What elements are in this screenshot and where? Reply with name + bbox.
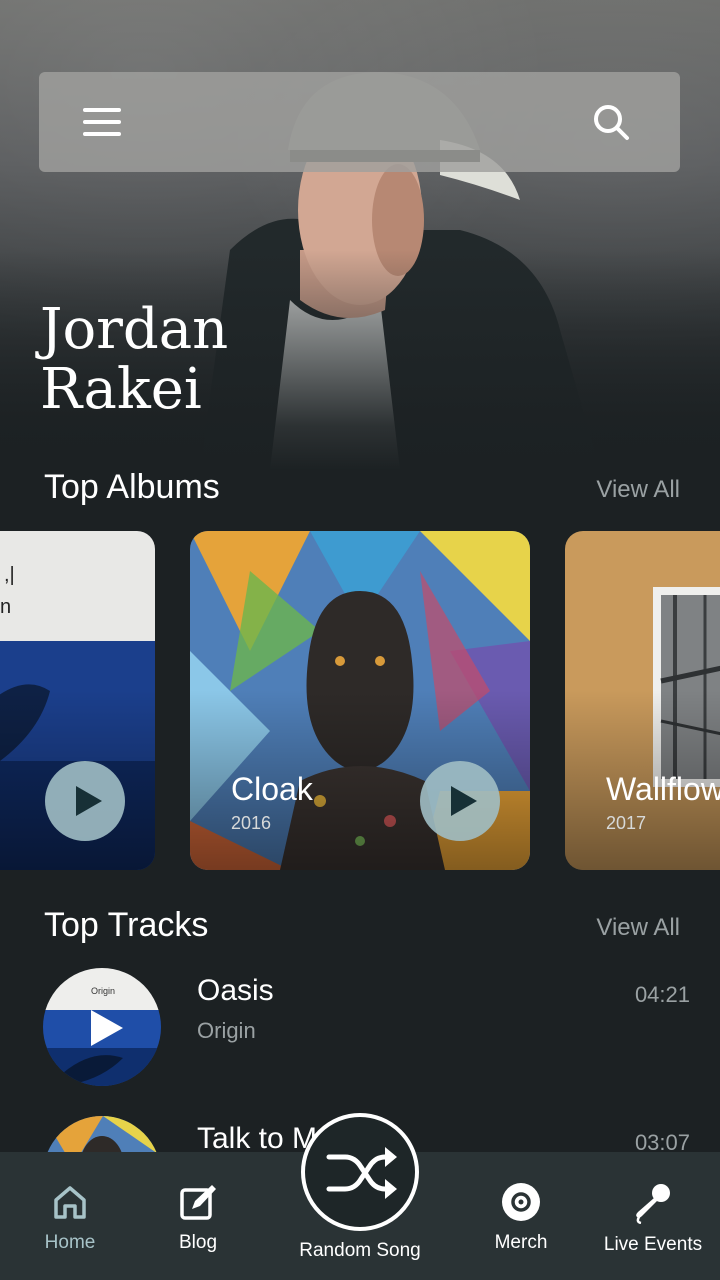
nav-blog-label: Blog xyxy=(178,1232,218,1253)
svg-text:,|: ,| xyxy=(4,564,15,586)
home-icon xyxy=(54,1186,86,1219)
top-bar xyxy=(39,72,680,172)
disc-icon xyxy=(502,1183,540,1221)
nav-merch-label: Merch xyxy=(494,1232,548,1253)
album-year: 2016 xyxy=(231,813,272,833)
svg-text:Origin: Origin xyxy=(91,986,115,996)
edit-icon xyxy=(180,1185,216,1220)
play-button[interactable] xyxy=(45,761,125,841)
nav-live-events[interactable]: Live Events xyxy=(598,1182,708,1256)
track-album: Origin xyxy=(197,1018,256,1043)
album-card-wallflower[interactable]: Wallflower 2017 xyxy=(565,531,720,870)
shuffle-icon xyxy=(326,1147,397,1199)
top-tracks-view-all[interactable]: View All xyxy=(596,914,680,942)
play-button[interactable] xyxy=(420,761,500,841)
microphone-icon xyxy=(636,1184,670,1224)
track-duration: 04:21 xyxy=(634,982,690,1007)
album-year: 2017 xyxy=(606,813,647,833)
search-icon[interactable] xyxy=(591,102,631,142)
album-card-cloak[interactable]: Cloak 2016 xyxy=(190,531,530,870)
track-thumbnail[interactable]: Origin xyxy=(43,968,161,1086)
nav-live-events-label: Live Events xyxy=(603,1234,703,1255)
top-tracks-title: Top Tracks xyxy=(44,906,209,944)
top-albums-view-all[interactable]: View All xyxy=(596,476,680,504)
svg-text:n: n xyxy=(0,596,11,618)
nav-home[interactable]: Home xyxy=(36,1182,104,1254)
top-albums-title: Top Albums xyxy=(44,468,220,506)
track-row[interactable]: Origin Oasis Origin 04:21 xyxy=(0,968,720,1088)
nav-blog[interactable]: Blog xyxy=(168,1182,228,1254)
random-song-label: Random Song xyxy=(299,1240,421,1261)
album-title: Cloak xyxy=(231,771,313,807)
nav-merch[interactable]: Merch xyxy=(486,1182,556,1254)
artist-name-first: Jordan xyxy=(40,297,229,362)
album-title: Wallflower xyxy=(606,771,720,807)
nav-home-label: Home xyxy=(44,1232,96,1253)
artist-name-last: Rakei xyxy=(40,357,202,422)
random-song-button[interactable] xyxy=(301,1113,419,1231)
artist-name: Jordan Rakei xyxy=(40,300,380,420)
menu-icon[interactable] xyxy=(83,106,123,138)
track-title: Oasis xyxy=(197,974,274,1007)
album-card-origin[interactable]: ,| n xyxy=(0,531,155,870)
